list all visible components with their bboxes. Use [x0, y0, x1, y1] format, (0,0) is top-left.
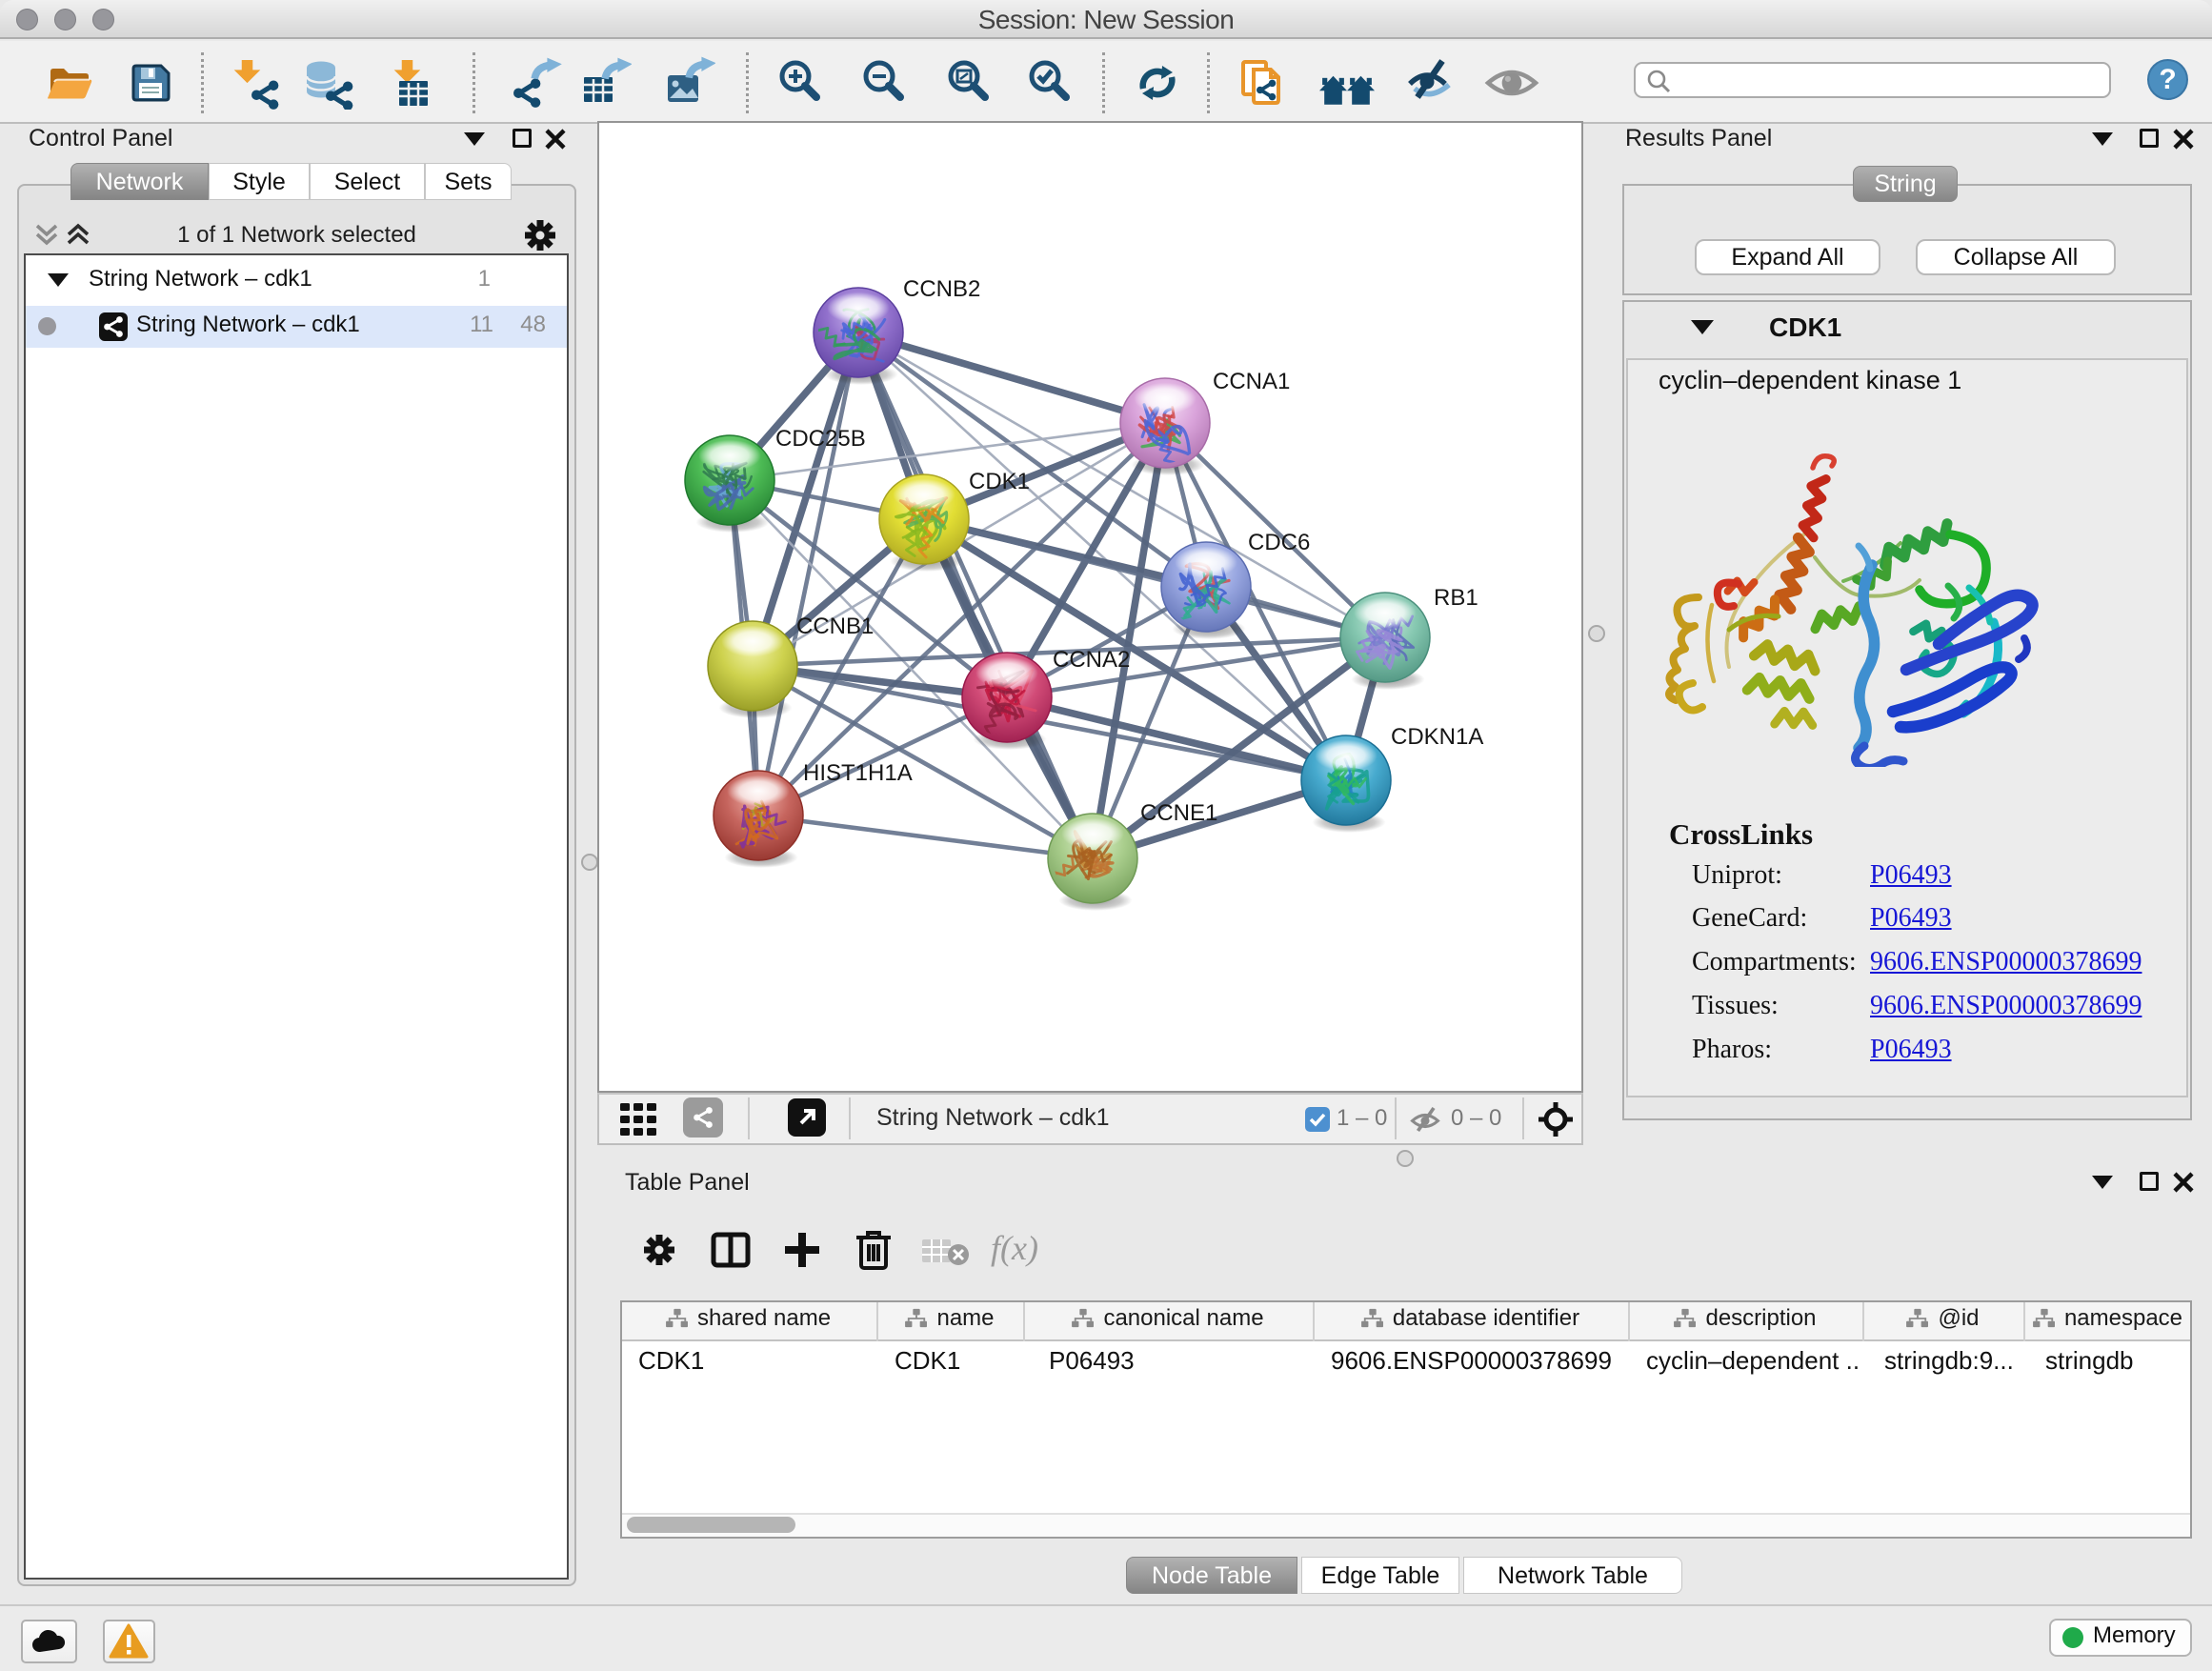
svg-text:CDKN1A: CDKN1A	[1391, 724, 1483, 750]
svg-text:CCNB1: CCNB1	[796, 614, 874, 639]
svg-text:CCNA2: CCNA2	[1053, 647, 1130, 673]
svg-text:CDC25B: CDC25B	[775, 426, 866, 452]
svg-text:CDK1: CDK1	[969, 469, 1030, 494]
svg-text:RB1: RB1	[1434, 585, 1478, 611]
svg-text:CCNB2: CCNB2	[903, 276, 980, 302]
svg-text:HIST1H1A: HIST1H1A	[803, 760, 913, 786]
svg-text:CCNA1: CCNA1	[1213, 369, 1290, 394]
svg-text:CCNE1: CCNE1	[1140, 800, 1217, 826]
svg-text:CDC6: CDC6	[1248, 530, 1310, 555]
